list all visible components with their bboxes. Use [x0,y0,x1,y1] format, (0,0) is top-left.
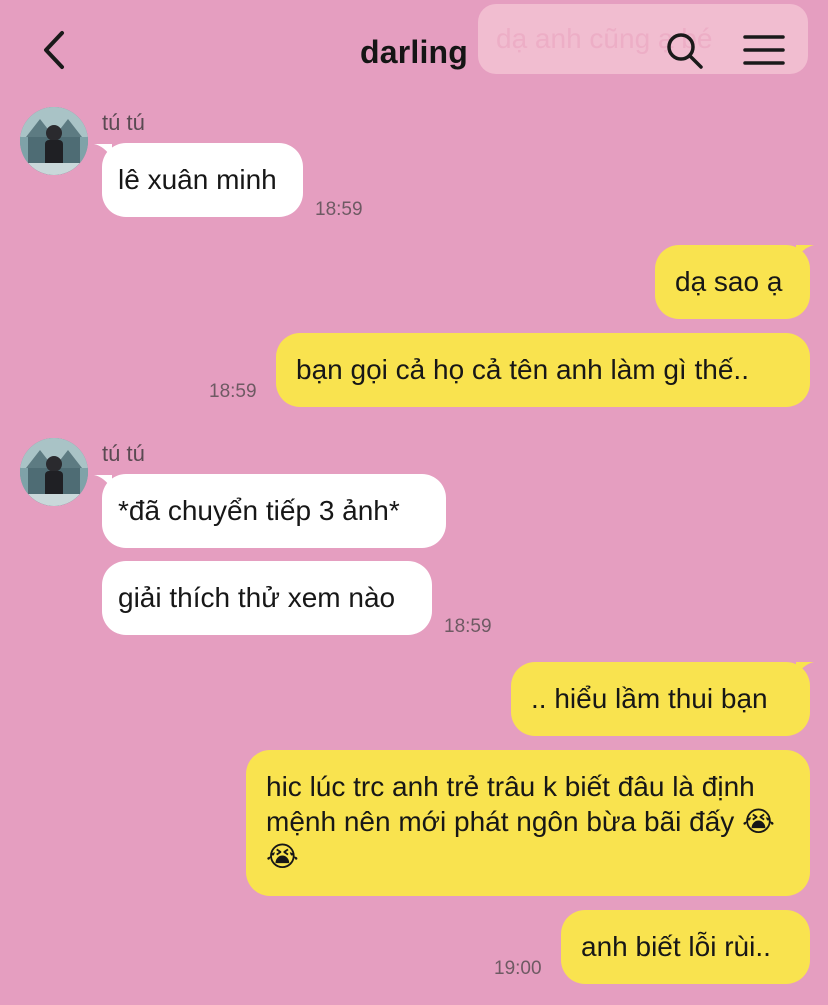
sender-name: tú tú [102,441,145,466]
message-bubble-outgoing[interactable]: bạn gọi cả họ cả tên anh làm gì thế.. [276,333,810,407]
avatar-image [20,107,88,175]
message-bubble-outgoing[interactable]: hic lúc trc anh trẻ trâu k biết đâu là đ… [246,750,810,896]
hamburger-menu-icon [743,33,785,72]
message-time: 18:59 [315,199,363,220]
avatar-image [20,438,88,506]
message-time: 18:59 [444,616,492,637]
message-bubble-outgoing[interactable]: dạ sao ạ [655,245,810,319]
sender-name: tú tú [102,110,145,135]
avatar[interactable] [20,107,88,175]
search-icon [664,30,704,75]
message-bubble-incoming[interactable]: giải thích thử xem nào [102,561,432,635]
message-bubble-outgoing[interactable]: anh biết lỗi rùi.. [561,910,810,984]
search-button[interactable] [662,30,706,74]
message-bubble-incoming[interactable]: lê xuân minh [102,143,303,217]
message-time: 18:59 [209,381,257,402]
message-bubble-outgoing[interactable]: .. hiểu lầm thui bạn [511,662,810,736]
message-time: 19:00 [494,958,542,979]
chat-header: dạ anh cũng ạ bé darling [0,0,828,100]
avatar[interactable] [20,438,88,506]
message-bubble-incoming[interactable]: *đã chuyển tiếp 3 ảnh* [102,474,446,548]
menu-button[interactable] [740,30,788,74]
